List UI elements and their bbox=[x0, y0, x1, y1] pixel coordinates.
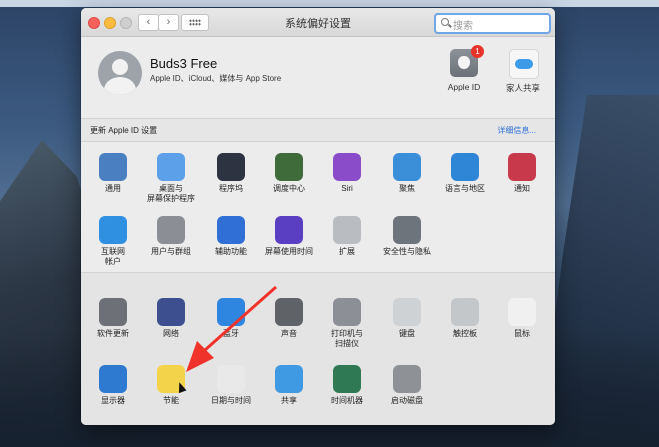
sound-icon bbox=[275, 298, 303, 326]
pane-label: 互联网 帐户 bbox=[101, 247, 125, 266]
family-sharing-label[interactable]: 家人共享 bbox=[493, 82, 553, 94]
title-bar: ‹ › 系统偏好设置 搜索 bbox=[81, 8, 555, 37]
pane-label: 时间机器 bbox=[331, 396, 363, 405]
pane-label: Siri bbox=[341, 184, 353, 193]
spotlight-icon bbox=[393, 153, 421, 181]
pane-label: 语言与地区 bbox=[445, 184, 485, 193]
notifications-icon bbox=[508, 153, 536, 181]
dock-icon bbox=[217, 153, 245, 181]
language-region-icon bbox=[451, 153, 479, 181]
mouse-icon bbox=[508, 298, 536, 326]
search-field[interactable]: 搜索 bbox=[434, 13, 551, 34]
pane-label: 鼠标 bbox=[514, 329, 530, 338]
pane-label: 声音 bbox=[281, 329, 297, 338]
internet-accounts-icon bbox=[99, 216, 127, 244]
pane-label: 打印机与 扫描仪 bbox=[331, 329, 363, 348]
pane-label: 扩展 bbox=[339, 247, 355, 256]
keyboard-icon bbox=[393, 298, 421, 326]
bluetooth-icon bbox=[217, 298, 245, 326]
general-icon bbox=[99, 153, 127, 181]
pane-label: 日期与时间 bbox=[211, 396, 251, 405]
preferences-grid-top: 通用 桌面与 屏幕保护程序 程序坞 调度中心 Siri 聚焦 语言与地区 通知 互联网 帐户 用户与… bbox=[81, 141, 555, 272]
pane-label: 屏幕使用时间 bbox=[265, 247, 313, 256]
search-placeholder: 搜索 bbox=[453, 21, 473, 32]
pane-label: 安全性与隐私 bbox=[383, 247, 431, 256]
details-link[interactable]: 详细信息... bbox=[497, 125, 536, 136]
account-subtitle: Apple ID、iCloud、媒体与 App Store bbox=[150, 74, 282, 83]
pane-label: 聚焦 bbox=[399, 184, 415, 193]
apple-id-label[interactable]: Apple ID bbox=[434, 82, 494, 92]
mission-control-icon bbox=[275, 153, 303, 181]
apple-id-badge: 1 bbox=[471, 45, 484, 58]
account-name: Buds3 Free bbox=[150, 56, 218, 71]
accessibility-icon bbox=[217, 216, 245, 244]
pane-label: 网络 bbox=[163, 329, 179, 338]
family-sharing-icon[interactable] bbox=[509, 49, 539, 79]
pane-label: 键盘 bbox=[399, 329, 415, 338]
pane-label: 辅助功能 bbox=[215, 247, 247, 256]
pane-label: 触控板 bbox=[453, 329, 477, 338]
date-time-icon bbox=[217, 365, 245, 393]
startup-disk-icon bbox=[393, 365, 421, 393]
extensions-icon bbox=[333, 216, 361, 244]
displays-icon bbox=[99, 365, 127, 393]
pane-label: 调度中心 bbox=[273, 184, 305, 193]
menu-bar bbox=[0, 0, 659, 7]
trackpad-icon bbox=[451, 298, 479, 326]
user-avatar[interactable] bbox=[98, 51, 142, 95]
time-machine-icon bbox=[333, 365, 361, 393]
preferences-grid-hardware: 软件更新 网络 蓝牙 声音 打印机与 扫描仪 键盘 触控板 鼠标 显示器 节能 日期与时间 共享 时间机… bbox=[81, 273, 555, 425]
siri-icon bbox=[333, 153, 361, 181]
pane-label: 蓝牙 bbox=[223, 329, 239, 338]
update-apple-id-banner: 更新 Apple ID 设置 详细信息... bbox=[81, 118, 555, 142]
pane-label: 启动磁盘 bbox=[391, 396, 423, 405]
screen-time-icon bbox=[275, 216, 303, 244]
pane-label: 通知 bbox=[514, 184, 530, 193]
pane-label: 软件更新 bbox=[97, 329, 129, 338]
pane-label: 程序坞 bbox=[219, 184, 243, 193]
apple-id-account-section: Buds3 Free Apple ID、iCloud、媒体与 App Store… bbox=[81, 37, 555, 117]
pane-label: 桌面与 屏幕保护程序 bbox=[147, 184, 195, 203]
system-preferences-window: ‹ › 系统偏好设置 搜索 Buds3 Free Apple ID、iCloud… bbox=[81, 8, 555, 425]
desktop-icon bbox=[157, 153, 185, 181]
network-icon bbox=[157, 298, 185, 326]
software-update-icon bbox=[99, 298, 127, 326]
security-privacy-icon bbox=[393, 216, 421, 244]
pane-label: 用户与群组 bbox=[151, 247, 191, 256]
pane-label: 显示器 bbox=[101, 396, 125, 405]
users-groups-icon bbox=[157, 216, 185, 244]
sharing-icon bbox=[275, 365, 303, 393]
banner-text: 更新 Apple ID 设置 bbox=[90, 126, 158, 135]
pane-label: 通用 bbox=[105, 184, 121, 193]
printers-scanners-icon bbox=[333, 298, 361, 326]
pane-label: 节能 bbox=[163, 396, 179, 405]
pane-label: 共享 bbox=[281, 396, 297, 405]
search-icon bbox=[441, 18, 449, 26]
